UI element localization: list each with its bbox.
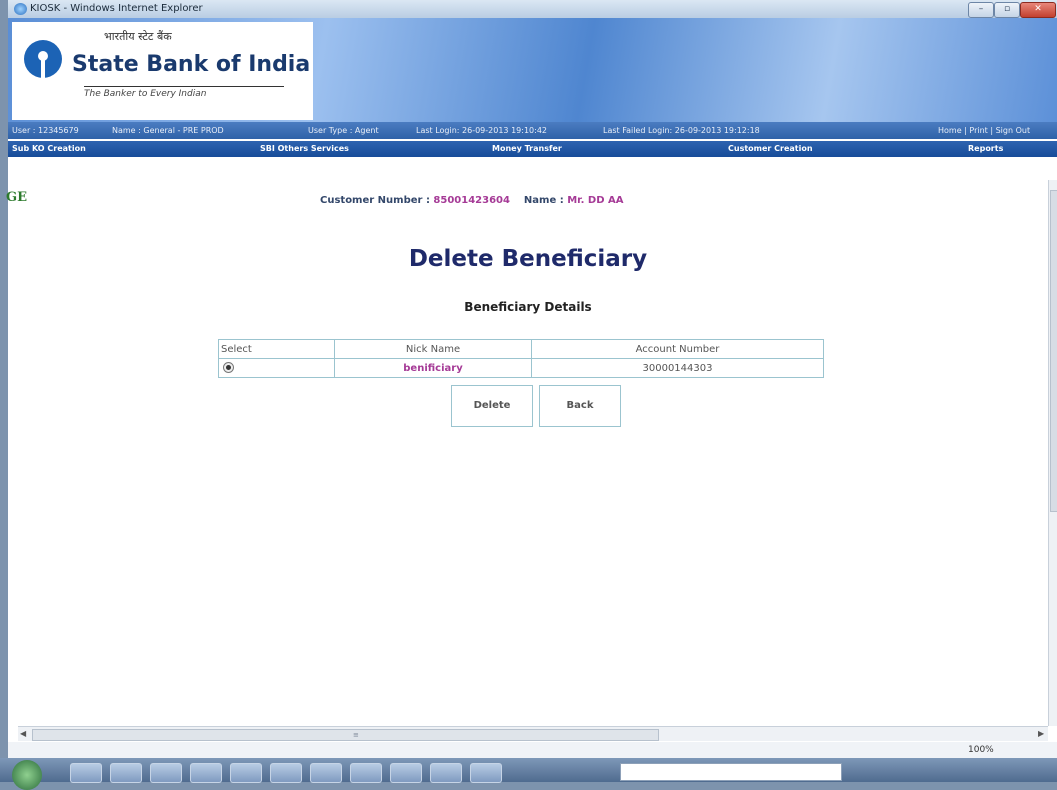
start-button-icon[interactable] [12, 760, 42, 790]
taskbar-app-icon[interactable] [270, 763, 302, 783]
bank-tagline: The Banker to Every Indian [84, 86, 284, 99]
menu-item-customer-creation[interactable]: Customer Creation [728, 144, 813, 153]
taskbar-app-icon[interactable] [470, 763, 502, 783]
taskbar-app-icon[interactable] [230, 763, 262, 783]
browser-window: KIOSK - Windows Internet Explorer – ▫ ✕ … [6, 0, 1057, 768]
bank-name-hindi: भारतीय स्टेट बैंक [104, 30, 172, 43]
taskbar-app-icon[interactable] [70, 763, 102, 783]
vertical-scrollbar[interactable] [1048, 180, 1057, 726]
horizontal-scroll-thumb[interactable]: ≡ [32, 729, 659, 741]
scroll-right-icon[interactable]: ▶ [1038, 729, 1044, 738]
customer-number-label: Customer Number : [320, 195, 434, 206]
minimize-button[interactable]: – [968, 2, 994, 18]
customer-name: Mr. DD AA [567, 195, 624, 206]
taskbar-app-icon[interactable] [350, 763, 382, 783]
title-bar: KIOSK - Windows Internet Explorer – ▫ ✕ [8, 0, 1057, 18]
table-row: benificiary 30000144303 [218, 358, 824, 378]
back-button[interactable]: Back [539, 385, 621, 427]
taskbar-address-field[interactable] [620, 763, 842, 781]
taskbar-app-icon[interactable] [110, 763, 142, 783]
horizontal-scrollbar[interactable]: ◀ ≡ ▶ [18, 726, 1048, 741]
beneficiary-table: Select Nick Name Account Number benifici… [218, 339, 824, 378]
maximize-button[interactable]: ▫ [994, 2, 1020, 18]
main-content: GE Customer Number : 85001423604 Name : … [6, 160, 1048, 720]
column-header-account-number: Account Number [531, 339, 824, 359]
menu-item-sub-ko-creation[interactable]: Sub KO Creation [12, 144, 86, 153]
user-type: User Type : Agent [308, 126, 379, 135]
taskbar-app-icon[interactable] [310, 763, 342, 783]
select-radio[interactable] [223, 362, 234, 374]
user-info-bar: User : 12345679 Name : General - PRE PRO… [8, 122, 1057, 139]
close-button[interactable]: ✕ [1020, 2, 1056, 18]
taskbar-app-icon[interactable] [430, 763, 462, 783]
section-title: Beneficiary Details [464, 300, 592, 314]
select-cell [218, 358, 335, 378]
taskbar [0, 758, 1057, 790]
ie-icon [14, 3, 27, 15]
minimize-icon: – [978, 4, 984, 14]
zoom-level[interactable]: 100% [968, 745, 994, 755]
menu-item-money-transfer[interactable]: Money Transfer [492, 144, 562, 153]
taskbar-app-icon[interactable] [390, 763, 422, 783]
customer-name-label: Name : [523, 195, 568, 206]
window-title: KIOSK - Windows Internet Explorer [30, 3, 203, 14]
customer-number: 85001423604 [433, 195, 510, 206]
table-header-row: Select Nick Name Account Number [218, 339, 824, 359]
page-fragment-text: GE [6, 190, 28, 205]
scroll-grip-icon: ≡ [353, 731, 359, 739]
column-header-nick-name: Nick Name [334, 339, 532, 359]
menu-item-reports[interactable]: Reports [968, 144, 1003, 153]
menu-item-sbi-others-services[interactable]: SBI Others Services [260, 144, 349, 153]
maximize-icon: ▫ [1003, 4, 1011, 14]
taskbar-app-icon[interactable] [150, 763, 182, 783]
user-id: User : 12345679 [12, 126, 79, 135]
delete-button[interactable]: Delete [451, 385, 533, 427]
scroll-left-icon[interactable]: ◀ [20, 729, 26, 738]
account-number-cell: 30000144303 [531, 358, 824, 378]
last-login: Last Login: 26-09-2013 19:10:42 [416, 126, 547, 135]
last-failed-login: Last Failed Login: 26-09-2013 19:12:18 [603, 126, 760, 135]
column-header-select: Select [218, 339, 335, 359]
main-menu: Sub KO Creation SBI Others Services Mone… [8, 141, 1057, 157]
taskbar-app-icon[interactable] [190, 763, 222, 783]
header-links[interactable]: Home | Print | Sign Out [938, 126, 1030, 135]
page-title: Delete Beneficiary [408, 246, 648, 272]
customer-info: Customer Number : 85001423604 Name : Mr.… [320, 195, 624, 206]
nick-name-cell: benificiary [334, 358, 532, 378]
status-bar: 100% [8, 742, 1057, 758]
bank-name: State Bank of India [72, 52, 311, 77]
close-icon: ✕ [1034, 4, 1042, 14]
sbi-logo-icon [24, 40, 62, 78]
vertical-scroll-thumb[interactable] [1050, 190, 1057, 512]
user-name: Name : General - PRE PROD [112, 126, 224, 135]
sbi-logo-box: भारतीय स्टेट बैंक State Bank of India Th… [12, 22, 313, 120]
